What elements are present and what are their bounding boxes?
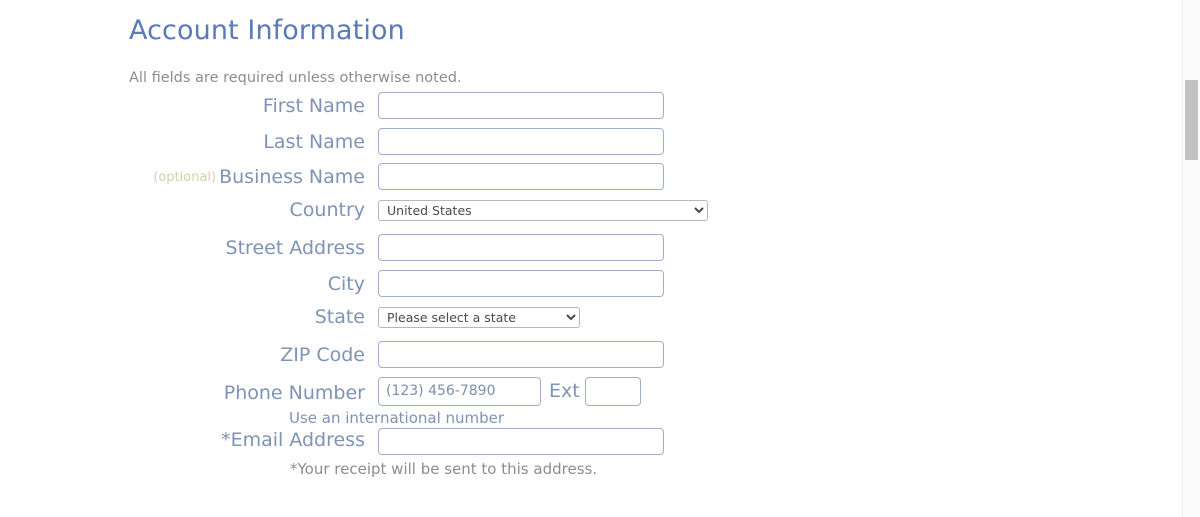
email-address-label: *Email Address bbox=[221, 428, 365, 451]
business-name-label-text: Business Name bbox=[219, 166, 365, 189]
zip-code-field-wrap bbox=[378, 341, 664, 369]
business-name-label: (optional) Business Name bbox=[153, 163, 365, 192]
city-input[interactable] bbox=[378, 269, 664, 297]
business-name-input[interactable] bbox=[378, 163, 664, 191]
first-name-label: First Name bbox=[262, 95, 365, 117]
phone-number-input[interactable] bbox=[378, 376, 541, 406]
form-row-phone-number: Phone Number Ext Use an international nu… bbox=[0, 376, 1183, 427]
form-row-last-name: Last Name bbox=[0, 127, 1183, 164]
zip-code-label: ZIP Code bbox=[280, 344, 365, 367]
state-label: State bbox=[314, 305, 365, 328]
form-row-business-name: (optional) Business Name bbox=[0, 163, 1183, 199]
form-row-country: Country United States bbox=[0, 199, 1183, 235]
vertical-scrollbar[interactable] bbox=[1182, 0, 1200, 517]
first-name-input[interactable] bbox=[378, 92, 664, 119]
page-root: Account Information All fields are requi… bbox=[0, 0, 1200, 517]
email-field-wrap bbox=[378, 427, 664, 455]
required-fields-note: All fields are required unless otherwise… bbox=[129, 70, 462, 86]
page-title: Account Information bbox=[129, 15, 405, 46]
form-row-state: State Please select a state bbox=[0, 306, 1183, 342]
country-select[interactable]: United States bbox=[378, 199, 708, 221]
email-receipt-note: *Your receipt will be sent to this addre… bbox=[290, 459, 598, 478]
phone-number-label: Phone Number bbox=[223, 381, 365, 404]
state-select[interactable]: Please select a state bbox=[378, 306, 580, 328]
first-name-field-wrap bbox=[378, 92, 664, 119]
phone-ext-label: Ext bbox=[549, 380, 580, 403]
state-field-wrap: Please select a state bbox=[378, 306, 580, 328]
street-address-input[interactable] bbox=[378, 234, 664, 262]
account-form: First Name Last Name (optional) Business … bbox=[0, 92, 1183, 478]
form-row-zip-code: ZIP Code bbox=[0, 341, 1183, 377]
last-name-label: Last Name bbox=[263, 130, 365, 153]
phone-field-wrap: Ext bbox=[378, 376, 641, 406]
form-row-street-address: Street Address bbox=[0, 234, 1183, 270]
email-address-input[interactable] bbox=[378, 427, 664, 455]
country-label: Country bbox=[289, 198, 365, 221]
account-information-form-region: Account Information All fields are requi… bbox=[0, 0, 1183, 517]
last-name-field-wrap bbox=[378, 127, 664, 155]
city-label: City bbox=[327, 272, 365, 295]
form-row-city: City bbox=[0, 269, 1183, 306]
phone-ext-input[interactable] bbox=[584, 376, 641, 406]
business-name-field-wrap bbox=[378, 163, 664, 191]
zip-code-input[interactable] bbox=[378, 341, 664, 369]
last-name-input[interactable] bbox=[378, 127, 664, 155]
city-field-wrap bbox=[378, 269, 664, 297]
country-field-wrap: United States bbox=[378, 199, 708, 221]
street-address-label: Street Address bbox=[225, 237, 365, 260]
street-address-field-wrap bbox=[378, 234, 664, 262]
form-row-first-name: First Name bbox=[0, 92, 1183, 128]
business-name-optional-tag: (optional) bbox=[153, 170, 217, 186]
form-row-email-address: *Email Address *Your receipt will be sen… bbox=[0, 425, 1183, 478]
vertical-scrollbar-thumb[interactable] bbox=[1185, 80, 1198, 160]
